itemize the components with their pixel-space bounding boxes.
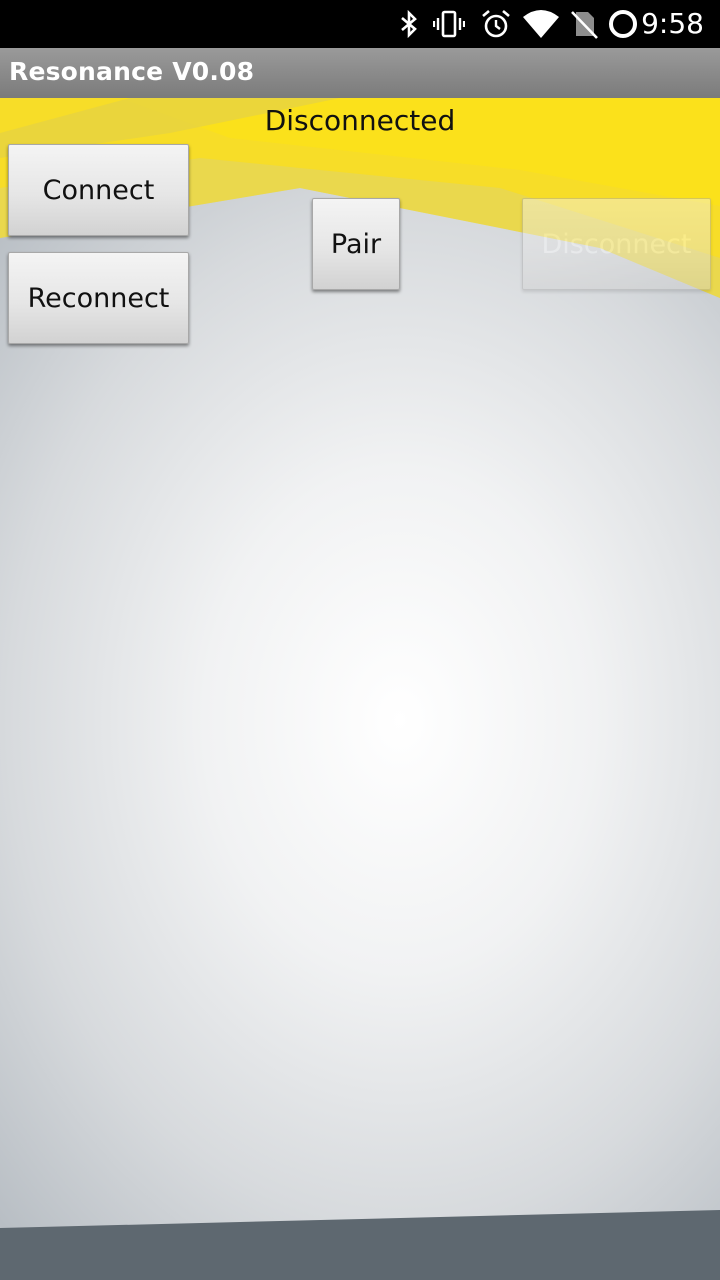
status-bar: 9:58: [0, 0, 720, 48]
pair-button[interactable]: Pair: [312, 198, 400, 290]
no-sim-icon: [571, 11, 598, 39]
action-bar: Resonance V0.08: [0, 48, 720, 98]
disconnect-button: Disconnect: [522, 198, 711, 290]
wifi-icon: [523, 10, 559, 38]
vibrate-icon: [433, 10, 465, 38]
reconnect-button[interactable]: Reconnect: [8, 252, 189, 344]
bluetooth-icon: [401, 9, 417, 39]
connection-status-text: Disconnected: [264, 104, 456, 137]
alarm-icon: [482, 10, 510, 38]
app-title: Resonance V0.08: [9, 57, 255, 86]
connect-button[interactable]: Connect: [8, 144, 189, 236]
battery-charging-icon: [609, 10, 637, 38]
app-screen: 9:58 Resonance V0.08 Disconnected Connec…: [0, 0, 720, 1280]
clock-time: 9:58: [641, 7, 704, 40]
